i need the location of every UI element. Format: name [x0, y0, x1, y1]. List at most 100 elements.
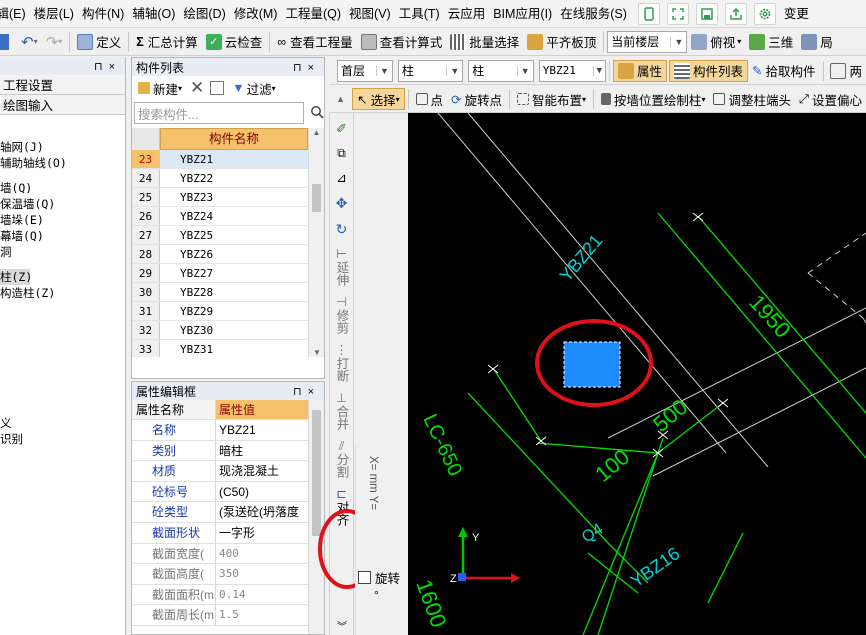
menu-view[interactable]: 视图(V) — [345, 0, 395, 28]
view-formula-button[interactable]: 查看计算式 — [357, 30, 447, 54]
sum-calc-button[interactable]: Σ 汇总计算 — [132, 30, 202, 54]
table-row[interactable]: 31 YBZ29 — [132, 302, 308, 321]
nav-item-column[interactable]: 柱(Z) — [0, 269, 30, 285]
nav-item-insulated-wall[interactable]: 保温墙(Q) — [0, 196, 125, 212]
nav-item-opening[interactable]: 洞 — [0, 244, 125, 260]
menu-online[interactable]: 在线服务(S) — [556, 0, 631, 28]
fullscreen-icon[interactable] — [666, 2, 689, 25]
copy-icon[interactable]: ⧉ — [337, 146, 346, 161]
adjust-end-button[interactable]: 调整柱端头 — [709, 87, 795, 111]
nav-item-wall[interactable]: 墙(Q) — [0, 180, 125, 196]
property-value[interactable]: 350 — [216, 564, 308, 584]
property-row[interactable]: 截面宽度(400 — [132, 543, 308, 565]
property-value[interactable]: (C50) — [216, 482, 308, 502]
component-name-cell[interactable]: YBZ21 — [160, 150, 308, 168]
nav-item-recognize[interactable]: 识别 — [0, 431, 125, 447]
redo-button[interactable]: ↷ ▾ — [42, 30, 67, 54]
component-name-cell[interactable]: YBZ29 — [160, 302, 308, 320]
floor-select[interactable]: 首层 ▼ — [337, 59, 393, 82]
current-floor-combo[interactable]: 当前楼层 ▼ — [607, 30, 688, 53]
rotate-point-button[interactable]: ⟳ 旋转点 — [447, 87, 506, 111]
smart-layout-button[interactable]: 智能布置 ▾ — [513, 87, 590, 111]
pick-component-button[interactable]: ✎ 拾取构件 — [748, 59, 820, 83]
properties-button[interactable]: 属性 — [613, 59, 668, 82]
filter-button[interactable]: ▼ 过滤 ▾ — [230, 76, 277, 100]
trim-button[interactable]: ⊣ 修剪 — [335, 295, 349, 334]
phone-icon[interactable] — [637, 2, 660, 25]
table-row[interactable]: 26 YBZ24 — [132, 207, 308, 226]
table-row[interactable]: 24 YBZ22 — [132, 169, 308, 188]
property-value[interactable]: 现浇混凝土 — [216, 461, 308, 481]
local-button[interactable]: 局 — [797, 30, 837, 54]
extend-button[interactable]: ⊢ 延伸 — [335, 247, 349, 286]
component-name-cell[interactable]: YBZ31 — [160, 340, 308, 357]
component-name-cell[interactable]: YBZ24 — [160, 207, 308, 225]
property-value[interactable]: 400 — [216, 544, 308, 564]
toolbar-expand-icon[interactable]: ▲ — [329, 94, 352, 104]
rotate-icon[interactable]: ↻ — [336, 221, 348, 238]
table-row[interactable]: 33 YBZ31 — [132, 340, 308, 357]
menu-tools[interactable]: 工具(T) — [395, 0, 444, 28]
settings-icon[interactable] — [753, 2, 776, 25]
brush-icon[interactable]: ✐ — [336, 121, 347, 137]
save-icon[interactable] — [0, 33, 9, 50]
nav-item-curtain-wall[interactable]: 幕墙(Q) — [0, 228, 125, 244]
component-select[interactable]: YBZ21 ▼ — [538, 59, 607, 82]
rotate-option[interactable]: 旋转 — [358, 568, 400, 587]
property-value[interactable]: 0.14 — [216, 585, 308, 605]
component-name-cell[interactable]: YBZ25 — [160, 226, 308, 244]
nav-item-aux-axis[interactable]: 辅助轴线(O) — [0, 155, 125, 171]
component-name-cell[interactable]: YBZ23 — [160, 188, 308, 206]
type-select[interactable]: 柱 ▼ — [468, 59, 534, 82]
nav-item-axis-grid[interactable]: 轴网(J) — [0, 139, 125, 155]
pin-icon[interactable]: ⊓× — [94, 60, 121, 73]
move-icon[interactable]: ✥ — [336, 195, 348, 212]
component-name-cell[interactable]: YBZ28 — [160, 283, 308, 301]
merge-button[interactable]: ⊥ 合并 — [335, 391, 349, 430]
view-quantity-button[interactable]: ∞ 查看工程量 — [273, 30, 356, 54]
component-name-cell[interactable]: YBZ26 — [160, 245, 308, 263]
table-row[interactable]: 28 YBZ26 — [132, 245, 308, 264]
property-row[interactable]: 材质 现浇混凝土 — [132, 461, 308, 482]
table-row[interactable]: 27 YBZ25 — [132, 226, 308, 245]
rotate-checkbox[interactable] — [358, 571, 371, 584]
nav-item-define[interactable]: 义 — [0, 415, 125, 431]
drawing-canvas[interactable]: YBZ21 1950 500 100 LC-650 Q4 YBZ16 1600 … — [408, 113, 866, 635]
save-icon[interactable] — [695, 2, 718, 25]
scroll-thumb[interactable] — [312, 184, 321, 212]
menu-quantity[interactable]: 工程量(Q) — [281, 0, 345, 28]
tab-project-settings[interactable]: 工程设置 — [0, 75, 125, 95]
grid-button[interactable]: 两 — [826, 59, 866, 83]
component-list-button[interactable]: 构件列表 — [669, 59, 749, 82]
pin-icon[interactable]: ⊓× — [293, 385, 320, 398]
table-row[interactable]: 23 YBZ21 — [132, 150, 308, 169]
property-row[interactable]: 截面周长(m 1.5 — [132, 605, 308, 626]
category-select[interactable]: 柱 ▼ — [397, 59, 464, 82]
nav-item-constructional-column[interactable]: 构造柱(Z) — [0, 285, 125, 301]
delete-icon[interactable]: ✕ — [190, 78, 204, 98]
menu-floor[interactable]: 楼层(L) — [30, 0, 78, 28]
draw-by-wall-button[interactable]: 按墙位置绘制柱 ▾ — [597, 87, 710, 111]
property-row[interactable]: 截面高度(350 — [132, 564, 308, 585]
mirror-icon[interactable]: ⊿ — [336, 170, 347, 186]
table-row[interactable]: 30 YBZ28 — [132, 283, 308, 302]
table-row[interactable]: 32 YBZ30 — [132, 321, 308, 340]
batch-select-button[interactable]: 批量选择 — [446, 30, 523, 54]
table-row[interactable]: 29 YBZ27 — [132, 264, 308, 283]
nav-item-wall-pier[interactable]: 墙垛(E) — [0, 212, 125, 228]
menu-change[interactable]: 变更 — [780, 0, 813, 28]
menu-modify[interactable]: 修改(M) — [230, 0, 282, 28]
search-icon[interactable] — [310, 105, 324, 122]
component-name-cell[interactable]: YBZ27 — [160, 264, 308, 282]
split-button[interactable]: ⫽ 分割 — [335, 439, 349, 478]
copy-icon[interactable] — [210, 81, 225, 95]
menu-cloud[interactable]: 云应用 — [444, 0, 490, 28]
property-value[interactable]: 一字形 — [216, 523, 308, 543]
component-name-cell[interactable]: YBZ22 — [160, 169, 308, 187]
menu-draw[interactable]: 绘图(D) — [179, 0, 229, 28]
menu-aux-axis[interactable]: 辅轴(O) — [128, 0, 179, 28]
column-header-name[interactable]: 构件名称 — [160, 128, 308, 150]
property-value[interactable]: 暗柱 — [216, 441, 308, 461]
property-row[interactable]: 截面面积(m 0.14 — [132, 584, 308, 606]
component-search-input[interactable]: 搜索构件... — [134, 102, 304, 124]
